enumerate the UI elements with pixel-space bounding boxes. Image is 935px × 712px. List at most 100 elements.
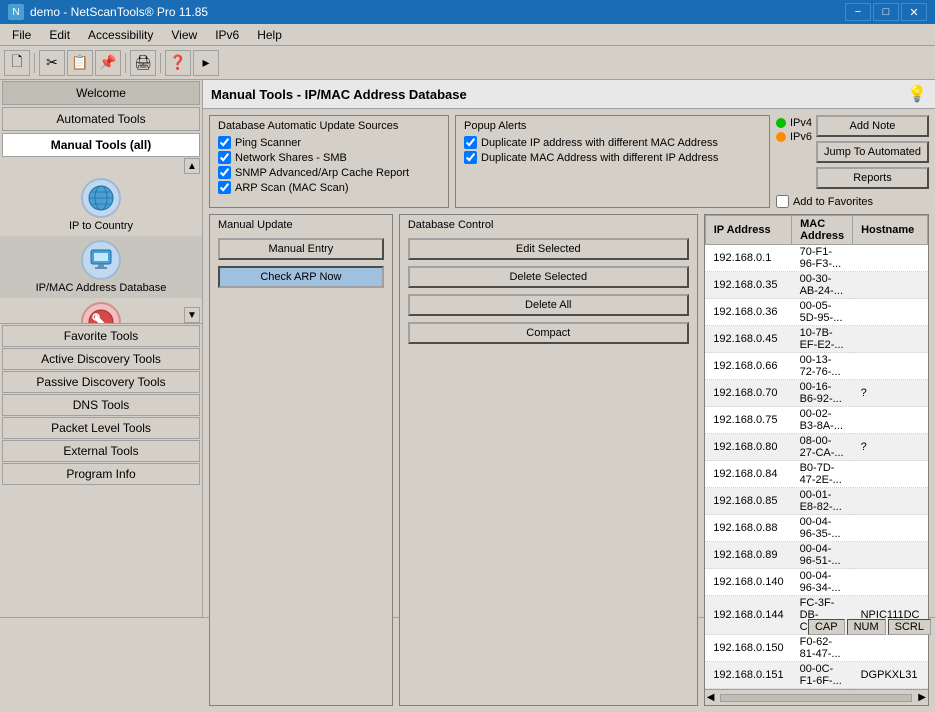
table-row[interactable]: 192.168.0.8500-01-E8-82-... bbox=[705, 488, 927, 515]
menu-view[interactable]: View bbox=[163, 26, 205, 44]
hscroll-right[interactable]: ▶ bbox=[916, 692, 928, 703]
sidebar-item-ip-to-country[interactable]: IP to Country bbox=[0, 174, 202, 236]
table-row[interactable]: 192.168.0.6600-13-72-76-... bbox=[705, 353, 927, 380]
table-row[interactable]: 192.168.0.14000-04-96-34-... bbox=[705, 569, 927, 596]
reports-button[interactable]: Reports bbox=[816, 167, 929, 189]
content-area: Manual Tools - IP/MAC Address Database 💡… bbox=[203, 80, 935, 617]
menu-help[interactable]: Help bbox=[249, 26, 290, 44]
lightbulb-icon[interactable]: 💡 bbox=[907, 84, 927, 104]
status-scrl: SCRL bbox=[888, 619, 931, 635]
sidebar-favorite-tools[interactable]: Favorite Tools bbox=[2, 325, 200, 347]
menu-edit[interactable]: Edit bbox=[41, 26, 78, 44]
menu-ipv6[interactable]: IPv6 bbox=[207, 26, 247, 44]
table-row[interactable]: 192.168.0.3500-30-AB-24-... bbox=[705, 272, 927, 299]
table-row[interactable]: 192.168.0.150F0-62-81-47-... bbox=[705, 635, 927, 662]
cb-ping-scanner-input[interactable] bbox=[218, 136, 231, 149]
monitor-svg bbox=[87, 246, 115, 274]
app-icon: N bbox=[8, 4, 24, 20]
sidebar-dns-tools[interactable]: DNS Tools bbox=[2, 394, 200, 416]
delete-selected-button[interactable]: Delete Selected bbox=[408, 266, 689, 288]
menu-accessibility[interactable]: Accessibility bbox=[80, 26, 161, 44]
table-row[interactable]: 192.168.0.8008-00-27-CA-...? bbox=[705, 434, 927, 461]
minimize-button[interactable]: − bbox=[845, 3, 871, 21]
cell-ip: 192.168.0.75 bbox=[705, 407, 791, 434]
cb-snmp-input[interactable] bbox=[218, 166, 231, 179]
cb-network-shares-input[interactable] bbox=[218, 151, 231, 164]
sidebar-passive-discovery[interactable]: Passive Discovery Tools bbox=[2, 371, 200, 393]
toolbar-copy[interactable]: 📋 bbox=[67, 50, 93, 76]
content-header: Manual Tools - IP/MAC Address Database 💡 bbox=[203, 80, 935, 109]
sidebar-active-discovery[interactable]: Active Discovery Tools bbox=[2, 348, 200, 370]
cell-mac: 00-05-5D-95-... bbox=[792, 299, 853, 326]
popup-alerts-title: Popup Alerts bbox=[464, 120, 761, 132]
window-controls: − □ ✕ bbox=[845, 3, 927, 21]
table-hscroll[interactable]: ◀ ▶ bbox=[705, 689, 928, 705]
hscroll-track bbox=[720, 694, 912, 702]
menu-bar: File Edit Accessibility View IPv6 Help bbox=[0, 24, 935, 46]
db-update-panel: Database Automatic Update Sources Ping S… bbox=[209, 115, 449, 208]
table-row[interactable]: 192.168.0.7500-02-B3-8A-... bbox=[705, 407, 927, 434]
launcher-icon bbox=[81, 302, 121, 323]
table-row[interactable]: 192.168.0.4510-7B-EF-E2-... bbox=[705, 326, 927, 353]
sidebar-program-info[interactable]: Program Info bbox=[2, 463, 200, 485]
jump-to-automated-button[interactable]: Jump To Automated bbox=[816, 141, 929, 163]
cb-network-shares-label: Network Shares - SMB bbox=[235, 152, 347, 164]
table-row[interactable]: 192.168.0.7000-16-B6-92-...? bbox=[705, 380, 927, 407]
sidebar-external-tools[interactable]: External Tools bbox=[2, 440, 200, 462]
cell-ip: 192.168.0.36 bbox=[705, 299, 791, 326]
sidebar-automated-tools[interactable]: Automated Tools bbox=[2, 107, 200, 131]
sidebar-scroll-down[interactable]: ▼ bbox=[184, 307, 200, 323]
cb-dup-ip-input[interactable] bbox=[464, 136, 477, 149]
cell-hostname bbox=[853, 635, 928, 662]
cell-mac: 00-04-96-35-... bbox=[792, 515, 853, 542]
toolbar-paste[interactable]: 📌 bbox=[95, 50, 121, 76]
cell-hostname bbox=[853, 299, 928, 326]
table-row[interactable]: 192.168.0.8800-04-96-35-... bbox=[705, 515, 927, 542]
toolbar-extra[interactable]: ▸ bbox=[193, 50, 219, 76]
cb-dup-ip-label: Duplicate IP address with different MAC … bbox=[481, 137, 718, 149]
manual-entry-button[interactable]: Manual Entry bbox=[218, 238, 384, 260]
cb-dup-mac-input[interactable] bbox=[464, 151, 477, 164]
sidebar-item-launcher[interactable]: Launcher bbox=[0, 298, 202, 323]
menu-file[interactable]: File bbox=[4, 26, 39, 44]
close-button[interactable]: ✕ bbox=[901, 3, 927, 21]
cell-hostname bbox=[853, 326, 928, 353]
table-row[interactable]: 192.168.0.170-F1-96-F3-... bbox=[705, 245, 927, 272]
cell-hostname bbox=[853, 542, 928, 569]
ip-to-country-label: IP to Country bbox=[69, 220, 133, 232]
cell-ip: 192.168.0.70 bbox=[705, 380, 791, 407]
sidebar-scroll-up[interactable]: ▲ bbox=[184, 158, 200, 174]
sidebar-item-ipmac-db[interactable]: IP/MAC Address Database bbox=[0, 236, 202, 298]
maximize-button[interactable]: □ bbox=[873, 3, 899, 21]
check-arp-button[interactable]: Check ARP Now bbox=[218, 266, 384, 288]
cell-ip: 192.168.0.1 bbox=[705, 245, 791, 272]
add-note-button[interactable]: Add Note bbox=[816, 115, 929, 137]
delete-all-button[interactable]: Delete All bbox=[408, 294, 689, 316]
ipmac-icon bbox=[81, 240, 121, 280]
cell-mac: 10-7B-EF-E2-... bbox=[792, 326, 853, 353]
title-bar: N demo - NetScanTools® Pro 11.85 − □ ✕ bbox=[0, 0, 935, 24]
hscroll-left[interactable]: ◀ bbox=[705, 692, 717, 703]
sidebar-manual-tools-all[interactable]: Manual Tools (all) bbox=[2, 133, 200, 157]
table-row[interactable]: 192.168.0.8900-04-96-51-... bbox=[705, 542, 927, 569]
toolbar-print[interactable]: 🖨 bbox=[130, 50, 156, 76]
compact-button[interactable]: Compact bbox=[408, 322, 689, 344]
sidebar-packet-level[interactable]: Packet Level Tools bbox=[2, 417, 200, 439]
ipv4-dot bbox=[776, 118, 786, 128]
cell-ip: 192.168.0.80 bbox=[705, 434, 791, 461]
toolbar-new[interactable]: 🗋 bbox=[4, 50, 30, 76]
sidebar-welcome[interactable]: Welcome bbox=[2, 81, 200, 105]
ipv4-label: IPv4 bbox=[790, 117, 812, 129]
table-row[interactable]: 192.168.0.84B0-7D-47-2E-... bbox=[705, 461, 927, 488]
cell-mac: B0-7D-47-2E-... bbox=[792, 461, 853, 488]
table-row[interactable]: 192.168.0.15100-0C-F1-6F-...DGPKXL31 bbox=[705, 662, 927, 689]
ipv6-label: IPv6 bbox=[790, 131, 812, 143]
cell-hostname bbox=[853, 488, 928, 515]
add-to-favorites-checkbox[interactable] bbox=[776, 195, 789, 208]
toolbar-cut[interactable]: ✂ bbox=[39, 50, 65, 76]
edit-selected-button[interactable]: Edit Selected bbox=[408, 238, 689, 260]
cell-mac: 00-13-72-76-... bbox=[792, 353, 853, 380]
toolbar-help[interactable]: ❓ bbox=[165, 50, 191, 76]
cb-arp-scan-input[interactable] bbox=[218, 181, 231, 194]
table-row[interactable]: 192.168.0.3600-05-5D-95-... bbox=[705, 299, 927, 326]
